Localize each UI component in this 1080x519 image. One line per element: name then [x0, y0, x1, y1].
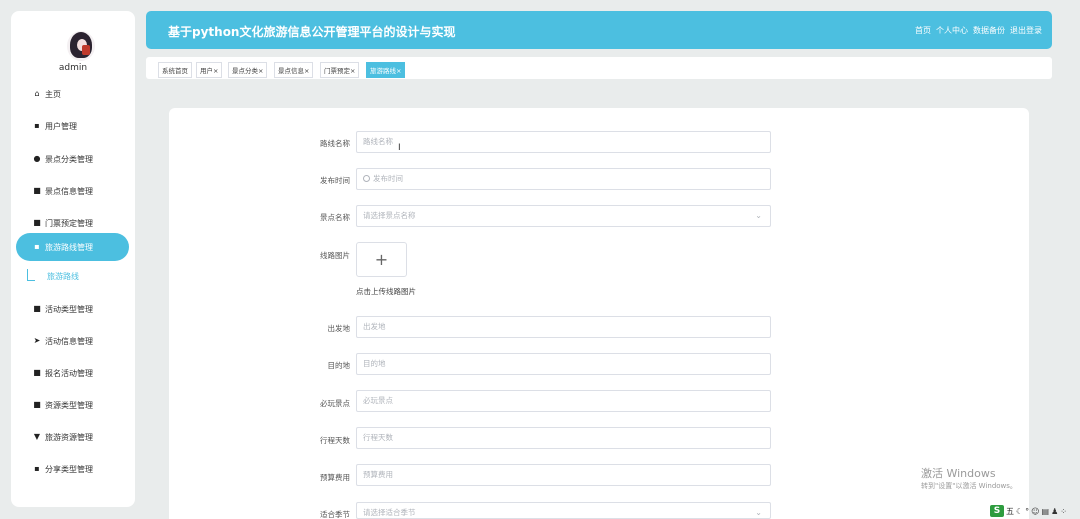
activation-watermark-subtitle: 转到"设置"以激活 Windows。 [921, 482, 1017, 490]
days-input[interactable]: 行程天数 [356, 427, 771, 449]
username: admin [58, 63, 88, 73]
top-header: 基于python文化旅游信息公开管理平台的设计与实现 首页 个人中心 数据备份 … [146, 11, 1052, 49]
tab-bar: 系统首页 用户× 景点分类× 景点信息× 门票预定× 旅游路线× [146, 57, 1052, 79]
sidebar-item-signup[interactable]: ■ 报名活动管理 [33, 365, 93, 381]
sidebar-item-resource-type[interactable]: ■ 资源类型管理 [33, 397, 93, 413]
grid-icon: ▪ [34, 121, 40, 130]
spot-name-label: 景点名称 [320, 213, 350, 222]
image-upload-button[interactable]: + [356, 242, 407, 277]
keyboard-icon[interactable]: ▤ [1042, 507, 1050, 516]
user-icon: ● [33, 154, 41, 163]
plus-icon: + [374, 250, 389, 269]
tab-spot-info[interactable]: 景点信息× [274, 62, 314, 78]
moon-icon[interactable]: ☾ [1016, 507, 1023, 516]
sidebar-item-route[interactable]: ▪ 旅游路线管理 [33, 239, 93, 255]
page-title: 基于python文化旅游信息公开管理平台的设计与实现 [168, 25, 456, 39]
briefcase-icon: ■ [33, 186, 41, 195]
chevron-down-icon: ⌄ [755, 508, 762, 517]
sidebar-item-ticket-booking[interactable]: ■ 门票预定管理 [33, 215, 93, 231]
sidebar-item-spot-category[interactable]: ● 景点分类管理 [33, 151, 94, 167]
toolbox-icon[interactable]: ⁘ [1060, 507, 1067, 516]
tab-ticket-booking[interactable]: 门票预定× [320, 62, 360, 78]
book-icon: ■ [33, 304, 41, 313]
tab-spot-category[interactable]: 景点分类× [228, 62, 268, 78]
route-name-input[interactable]: 路线名称 [356, 131, 771, 153]
header-link-logout[interactable]: 退出登录 [1010, 25, 1042, 36]
sidebar-item-share-type[interactable]: ▪ 分享类型管理 [33, 461, 93, 477]
tab-route[interactable]: 旅游路线× [366, 62, 406, 78]
must-see-input[interactable]: 必玩景点 [356, 390, 771, 412]
budget-input[interactable]: 预算费用 [356, 464, 771, 486]
season-select[interactable]: 请选择适合季节 ⌄ [356, 502, 771, 519]
grid-icon: ▪ [34, 242, 40, 251]
sidebar-item-activity-type[interactable]: ■ 活动类型管理 [33, 301, 93, 317]
season-label: 适合季节 [320, 510, 350, 519]
header-link-backup[interactable]: 数据备份 [973, 25, 1005, 36]
sidebar-item-spot-info[interactable]: ■ 景点信息管理 [33, 183, 93, 199]
departure-label: 出发地 [327, 324, 351, 333]
home-icon: ⌂ [34, 89, 40, 98]
pin-icon: ▼ [33, 432, 41, 441]
chevron-down-icon: ⌄ [755, 211, 762, 220]
sidebar-item-users[interactable]: ▪ 用户管理 [33, 118, 77, 134]
must-see-label: 必玩景点 [320, 399, 350, 408]
destination-input[interactable]: 目的地 [356, 353, 771, 375]
clock-icon [363, 175, 370, 182]
upload-hint: 点击上传线路图片 [356, 287, 416, 296]
tab-users[interactable]: 用户× [196, 62, 223, 78]
comment-icon: ■ [33, 218, 41, 227]
header-links: 首页 个人中心 数据备份 退出登录 [915, 25, 1042, 36]
sidebar-item-home[interactable]: ⌂ 主页 [33, 86, 61, 102]
destination-label: 目的地 [327, 361, 351, 370]
sidebar: admin ⌂ 主页 ▪ 用户管理 ● 景点分类管理 ■ 景点信息管理 ■ 门票预定管理 … [11, 11, 135, 507]
sidebar-item-resource[interactable]: ▼ 旅游资源管理 [33, 429, 93, 445]
ime-logo-icon[interactable]: S [990, 505, 1004, 517]
form-card: 路线名称 路线名称 I 发布时间 发布时间 景点名称 请选择景点名称 ⌄ 线路图… [169, 108, 1029, 519]
emoji-icon[interactable]: ☺ [1031, 507, 1039, 516]
header-link-home[interactable]: 首页 [915, 25, 931, 36]
activation-watermark-title: 激活 Windows [921, 467, 996, 480]
skin-icon[interactable]: ♟ [1051, 507, 1058, 516]
days-label: 行程天数 [320, 436, 350, 445]
clipboard-x-icon: ■ [33, 400, 41, 409]
sidebar-subitem-route[interactable]: 旅游路线 [47, 271, 79, 282]
text-cursor-icon: I [398, 143, 401, 153]
ime-mode[interactable]: 五 [1006, 506, 1014, 517]
send-icon: ➤ [33, 336, 41, 345]
publish-time-label: 发布时间 [320, 176, 350, 185]
route-image-label: 线路图片 [320, 251, 350, 260]
avatar[interactable] [67, 31, 95, 61]
departure-input[interactable]: 出发地 [356, 316, 771, 338]
sidebar-item-activity-info[interactable]: ➤ 活动信息管理 [33, 333, 93, 349]
clipboard-icon: ■ [33, 368, 41, 377]
budget-label: 预算费用 [320, 473, 350, 482]
submenu-connector [27, 269, 35, 281]
system-tray: S 五 ☾ ° ☺ ▤ ♟ ⁘ [990, 503, 1080, 519]
tab-home[interactable]: 系统首页 [158, 62, 192, 78]
route-name-label: 路线名称 [320, 139, 350, 148]
grid-icon: ▪ [34, 464, 40, 473]
header-link-profile[interactable]: 个人中心 [936, 25, 968, 36]
punctuation-icon[interactable]: ° [1025, 507, 1029, 516]
publish-time-input[interactable]: 发布时间 [356, 168, 771, 190]
sidebar-item-route-active[interactable]: ▪ 旅游路线管理 [16, 233, 129, 261]
spot-name-select[interactable]: 请选择景点名称 ⌄ [356, 205, 771, 227]
